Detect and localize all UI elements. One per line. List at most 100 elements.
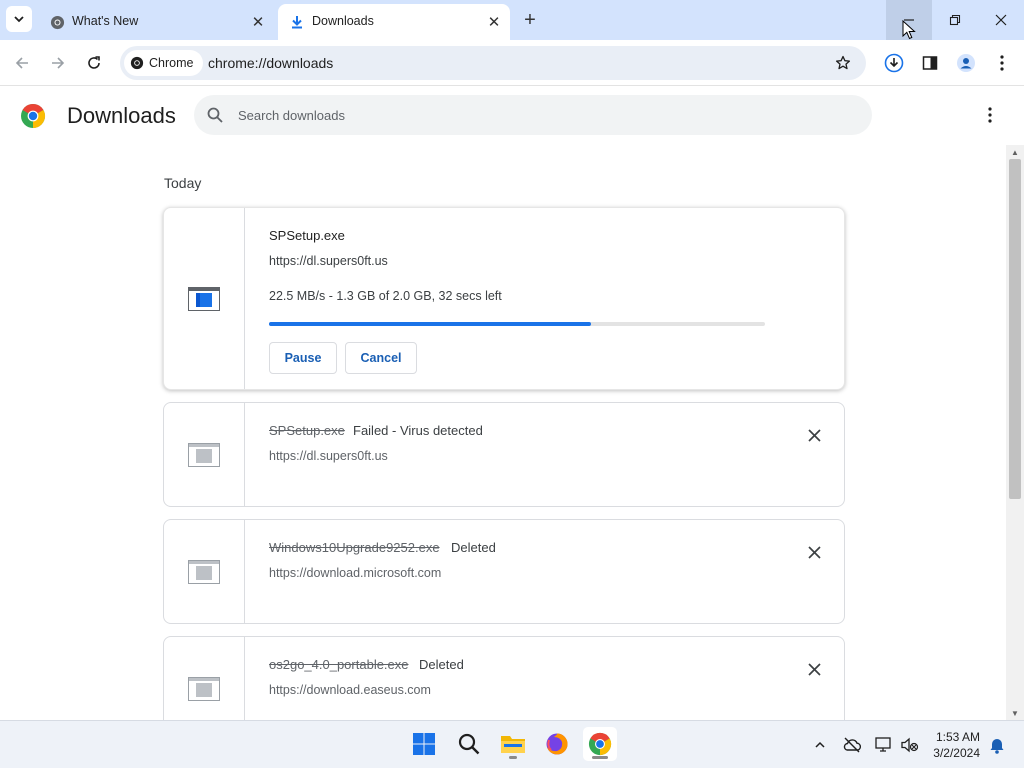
volume-muted-icon <box>901 737 919 753</box>
volume-button[interactable] <box>899 735 921 755</box>
chrome-icon <box>48 13 66 31</box>
scrollbar-thumb[interactable] <box>1009 159 1021 499</box>
file-source-url[interactable]: https://download.easeus.com <box>269 683 431 697</box>
file-icon <box>188 443 220 467</box>
progress-bar <box>269 322 765 326</box>
close-tab-icon[interactable]: ✕ <box>248 12 268 32</box>
reload-button[interactable] <box>81 50 107 76</box>
windows-logo-icon <box>413 733 435 755</box>
downloads-menu-button[interactable] <box>980 105 1000 125</box>
star-icon <box>835 55 851 70</box>
downloads-header: Downloads <box>0 87 1024 145</box>
address-bar[interactable]: Chrome chrome://downloads <box>120 46 866 80</box>
file-source-url[interactable]: https://download.microsoft.com <box>269 566 441 580</box>
taskbar-search-button[interactable] <box>452 727 486 761</box>
browser-toolbar: Chrome chrome://downloads <box>0 40 1024 86</box>
download-status: Failed - Virus detected <box>353 423 483 438</box>
mouse-cursor-icon <box>902 20 916 40</box>
reload-icon <box>88 56 100 69</box>
show-hidden-icons-button[interactable] <box>809 735 831 755</box>
clock-date: 3/2/2024 <box>933 746 980 760</box>
firefox-icon <box>546 733 568 755</box>
notifications-button[interactable] <box>986 735 1008 755</box>
chrome-icon <box>130 56 144 70</box>
download-icon <box>288 13 306 31</box>
file-icon-column <box>164 520 245 623</box>
download-item-active: SPSetup.exe https://dl.supers0ft.us 22.5… <box>163 207 845 390</box>
tab-label: Downloads <box>312 14 374 28</box>
file-name[interactable]: SPSetup.exe <box>269 228 345 243</box>
page-title: Downloads <box>67 103 176 128</box>
kebab-menu-icon <box>988 107 992 123</box>
tab-whats-new[interactable]: What's New ✕ <box>38 4 274 40</box>
network-icon <box>875 737 891 752</box>
cloud-offline-icon <box>843 737 862 753</box>
downloads-list: Today SPSetup.exe https://dl.supers0ft.u… <box>0 145 1006 720</box>
kebab-menu-icon <box>1000 55 1004 71</box>
download-item-deleted: Windows10Upgrade9252.exe Deleted https:/… <box>163 519 845 624</box>
tab-downloads[interactable]: Downloads ✕ <box>278 4 510 40</box>
plus-icon: + <box>524 8 536 31</box>
remove-button[interactable] <box>804 542 824 562</box>
arrow-right-icon <box>52 57 65 69</box>
chrome-logo-icon <box>21 103 46 128</box>
file-name: Windows10Upgrade9252.exe <box>269 540 440 555</box>
tab-label: What's New <box>72 14 139 28</box>
download-item-deleted: os2go_4.0_portable.exe Deleted https://d… <box>163 636 845 720</box>
close-icon <box>807 545 821 559</box>
firefox-button[interactable] <box>540 727 574 761</box>
scrollbar[interactable]: ▲ ▼ <box>1006 145 1024 720</box>
downloads-toolbar-button[interactable] <box>881 50 907 76</box>
site-chip-label: Chrome <box>149 56 194 70</box>
file-explorer-button[interactable] <box>496 727 530 761</box>
side-panel-button[interactable] <box>917 50 943 76</box>
running-indicator <box>509 756 517 759</box>
tab-strip: What's New ✕ Downloads ✕ + <box>0 0 1024 40</box>
new-tab-button[interactable]: + <box>518 8 542 32</box>
chrome-menu-button[interactable] <box>989 50 1015 76</box>
network-button[interactable] <box>873 735 895 755</box>
file-source-url[interactable]: https://dl.supers0ft.us <box>269 449 388 463</box>
taskbar-clock[interactable]: 1:53 AM 3/2/2024 <box>928 729 980 761</box>
scroll-down-arrow[interactable]: ▼ <box>1006 706 1024 720</box>
url-text[interactable]: chrome://downloads <box>208 55 333 71</box>
scroll-up-arrow[interactable]: ▲ <box>1006 145 1024 159</box>
onedrive-button[interactable] <box>841 735 863 755</box>
file-icon <box>188 560 220 584</box>
close-icon <box>995 14 1007 26</box>
bookmark-button[interactable] <box>832 52 854 74</box>
search-downloads[interactable] <box>194 95 872 135</box>
remove-button[interactable] <box>804 659 824 679</box>
close-icon <box>807 428 821 442</box>
search-input[interactable] <box>238 95 838 135</box>
chrome-taskbar-button[interactable] <box>583 727 617 761</box>
download-item-failed: SPSetup.exe Failed - Virus detected http… <box>163 402 845 507</box>
cancel-button[interactable]: Cancel <box>345 342 417 374</box>
progress-text: 22.5 MB/s - 1.3 GB of 2.0 GB, 32 secs le… <box>269 289 502 303</box>
site-info-chip[interactable]: Chrome <box>124 50 204 76</box>
avatar-icon <box>957 54 975 72</box>
profile-button[interactable] <box>953 50 979 76</box>
search-icon <box>458 733 480 755</box>
bell-icon <box>990 739 1004 754</box>
windows-taskbar: 1:53 AM 3/2/2024 <box>0 720 1024 768</box>
close-icon <box>807 662 821 676</box>
close-tab-icon[interactable]: ✕ <box>484 12 504 32</box>
file-icon <box>188 287 220 311</box>
remove-button[interactable] <box>804 425 824 445</box>
clock-time: 1:53 AM <box>935 730 980 744</box>
file-source-url[interactable]: https://dl.supers0ft.us <box>269 254 388 268</box>
restore-button[interactable] <box>932 0 978 40</box>
back-button[interactable] <box>9 50 35 76</box>
pause-button[interactable]: Pause <box>269 342 337 374</box>
chevron-down-icon <box>14 16 24 23</box>
forward-button[interactable] <box>45 50 71 76</box>
start-button[interactable] <box>407 727 441 761</box>
download-status: Deleted <box>419 657 464 672</box>
download-status: Deleted <box>451 540 496 555</box>
close-window-button[interactable] <box>978 0 1024 40</box>
file-icon-column <box>164 208 245 389</box>
running-indicator <box>592 756 608 759</box>
file-name: SPSetup.exe <box>269 423 345 438</box>
tab-search-button[interactable] <box>6 6 32 32</box>
